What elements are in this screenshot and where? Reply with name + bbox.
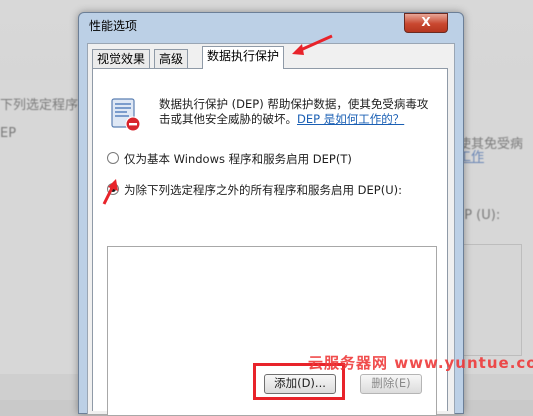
tab-data-execution-prevention[interactable]: 数据执行保护 [202, 46, 285, 69]
remove-button[interactable]: 删除(E) [360, 374, 422, 394]
radio-button[interactable] [107, 152, 119, 164]
annotation-arrow-icon [102, 179, 118, 205]
annotation-arrow-icon [292, 34, 333, 55]
dialog-title: 性能选项 [89, 19, 138, 33]
background-text: 下列选定程序 [0, 98, 79, 113]
close-button[interactable]: X [404, 13, 448, 33]
radio-label: 仅为基本 Windows 程序和服务启用 DEP(T) [124, 152, 352, 166]
radio-basic-windows-programs[interactable]: 仅为基本 Windows 程序和服务启用 DEP(T) [107, 151, 352, 167]
help-link[interactable]: DEP 是如何工作的？ [297, 112, 404, 126]
radio-label: 为除下列选定程序之外的所有程序和服务启用 DEP(U): [124, 183, 402, 197]
tab-advanced[interactable]: 高级 [154, 49, 189, 68]
dep-shield-icon [111, 98, 141, 132]
radio-all-programs-except[interactable]: 为除下列选定程序之外的所有程序和服务启用 DEP(U): [107, 182, 402, 198]
dep-description: 数据执行保护 (DEP) 帮助保护数据，使其免受病毒攻击或其他安全威胁的破坏。D… [159, 97, 439, 127]
background-text: EP [0, 126, 17, 141]
watermark-text: 云服务器网 www.yuntue.com [308, 354, 533, 372]
tab-visual-effects[interactable]: 视觉效果 [92, 49, 151, 68]
